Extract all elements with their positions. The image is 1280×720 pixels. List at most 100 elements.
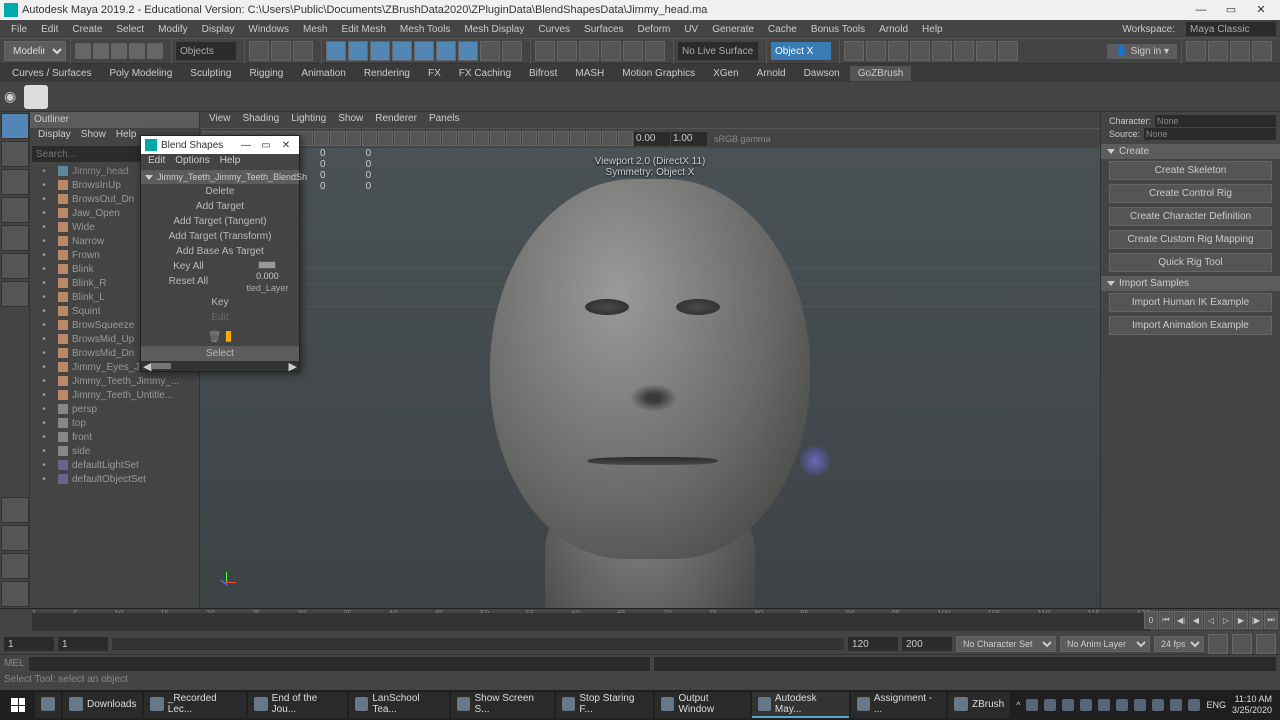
fps-select[interactable]: 24 fps [1154,636,1204,652]
vp-tool-icon[interactable] [442,131,457,146]
menu-cache[interactable]: Cache [761,22,804,37]
select-tool-icon[interactable] [1,113,29,139]
layout-4-icon[interactable] [1252,41,1272,61]
outliner-menu-display[interactable]: Display [34,128,75,144]
outliner-item[interactable]: •Jimmy_Teeth_Jimmy_... [34,374,199,388]
menu-windows[interactable]: Windows [241,22,296,37]
bs-reset-all[interactable]: Reset All [141,274,236,289]
vp-tool-icon[interactable] [330,131,345,146]
vp-tool-icon[interactable] [506,131,521,146]
bs-delete[interactable]: Delete [141,184,299,199]
goto-start-icon[interactable]: ⏮ [1159,611,1173,629]
menu-deform[interactable]: Deform [631,22,678,37]
quick-rig-button[interactable]: Quick Rig Tool [1109,253,1272,272]
snap-3-icon[interactable] [579,41,599,61]
goto-end-icon[interactable]: ⏭ [1264,611,1278,629]
taskbar-item[interactable]: End of the Jou... [248,692,347,718]
vp-tool-icon[interactable] [602,131,617,146]
render-2-icon[interactable] [866,41,886,61]
undo-icon[interactable] [129,43,145,59]
shelf-tab[interactable]: Motion Graphics [614,66,703,81]
range-start-outer[interactable] [4,637,54,651]
bs-add-target-transform[interactable]: Add Target (Transform) [141,229,299,244]
shelf-tab[interactable]: XGen [705,66,747,81]
bs-add-target[interactable]: Add Target [141,199,299,214]
tray-icon[interactable] [1080,699,1092,711]
menu-set-select[interactable]: Modeling [4,41,66,61]
viewport-canvas[interactable]: 00 00 00 00 Viewport 2.0 (DirectX 11) Sy… [200,148,1100,608]
layout-2-icon[interactable] [1208,41,1228,61]
vp-tool-icon[interactable] [474,131,489,146]
outliner-item[interactable]: •defaultLightSet [34,458,199,472]
redo-icon[interactable] [147,43,163,59]
vp-exposure-field[interactable] [634,132,670,146]
vp-menu-show[interactable]: Show [333,112,368,128]
shelf-mode-icon[interactable]: ◉ [4,88,16,105]
outliner-menu-help[interactable]: Help [112,128,141,144]
maximize-button[interactable]: ▭ [1216,1,1246,19]
import-humanik-button[interactable]: Import Human IK Example [1109,293,1272,312]
close-button[interactable]: ✕ [1246,1,1276,19]
shelf-tab[interactable]: Arnold [749,66,794,81]
tray-lang[interactable]: ENG [1206,700,1226,710]
charset-select[interactable]: No Character Set [956,636,1056,652]
menu-generate[interactable]: Generate [705,22,761,37]
sel-mode-6[interactable] [436,41,456,61]
minimize-button[interactable]: — [1186,1,1216,19]
shelf-tab[interactable]: Animation [293,66,353,81]
menu-editmesh[interactable]: Edit Mesh [334,22,392,37]
layout-four-icon[interactable] [1,525,29,551]
play-forward-icon[interactable]: ▷ [1219,611,1233,629]
render-6-icon[interactable] [954,41,974,61]
layout-1-icon[interactable] [1186,41,1206,61]
bs-select[interactable]: Select [141,346,299,361]
vp-tool-icon[interactable] [458,131,473,146]
create-control-rig-button[interactable]: Create Control Rig [1109,184,1272,203]
tray-icon[interactable] [1098,699,1110,711]
shelf-tab[interactable]: Sculpting [182,66,239,81]
vp-menu-view[interactable]: View [204,112,236,128]
outliner-item[interactable]: •persp [34,402,199,416]
sel-mode-7[interactable] [458,41,478,61]
taskbar-item[interactable]: ZBrush [948,692,1010,718]
tray-icon[interactable] [1116,699,1128,711]
bs-menu-help[interactable]: Help [215,154,246,170]
vp-menu-renderer[interactable]: Renderer [370,112,422,128]
vp-tool-icon[interactable] [490,131,505,146]
menu-help[interactable]: Help [915,22,950,37]
outliner-item[interactable]: •defaultObjectSet [34,472,199,486]
range-end-inner[interactable] [848,637,898,651]
character-select[interactable] [1155,115,1276,127]
vp-tool-icon[interactable] [314,131,329,146]
create-skeleton-button[interactable]: Create Skeleton [1109,161,1272,180]
bs-menu-edit[interactable]: Edit [143,154,170,170]
menu-mesh[interactable]: Mesh [296,22,334,37]
menu-select[interactable]: Select [109,22,151,37]
shelf-tab[interactable]: Poly Modeling [101,66,180,81]
cmd-lang-label[interactable]: MEL [4,658,25,669]
render-1-icon[interactable] [844,41,864,61]
tray-clock[interactable]: 11:10 AM 3/25/2020 [1232,694,1272,716]
menu-meshtools[interactable]: Mesh Tools [393,22,457,37]
taskview-icon[interactable] [35,692,61,718]
lasso-tool-icon[interactable] [1,141,29,167]
layout-single-icon[interactable] [1,497,29,523]
autokey-icon[interactable] [1208,634,1228,654]
shelf-tab[interactable]: Dawson [796,66,848,81]
vp-tool-icon[interactable] [346,131,361,146]
play-back-icon[interactable]: ◁ [1204,611,1218,629]
paint-tool-icon[interactable] [1,169,29,195]
snap-6-icon[interactable] [645,41,665,61]
outliner-item[interactable]: •front [34,430,199,444]
vp-menu-panels[interactable]: Panels [424,112,465,128]
menu-edit[interactable]: Edit [34,22,65,37]
taskbar-item[interactable]: Autodesk May... [752,692,849,718]
shelf-tab[interactable]: Bifrost [521,66,565,81]
time-slider[interactable]: 1510152025303540455055606570758085909510… [0,608,1280,634]
vp-tool-icon[interactable] [538,131,553,146]
menu-arnold[interactable]: Arnold [872,22,915,37]
bs-titlebar[interactable]: Blend Shapes — ▭ ✕ [141,136,299,154]
shelf-tab[interactable]: MASH [567,66,612,81]
taskbar-item[interactable]: Show Screen S... [451,692,554,718]
shelf-tab[interactable]: FX [420,66,449,81]
